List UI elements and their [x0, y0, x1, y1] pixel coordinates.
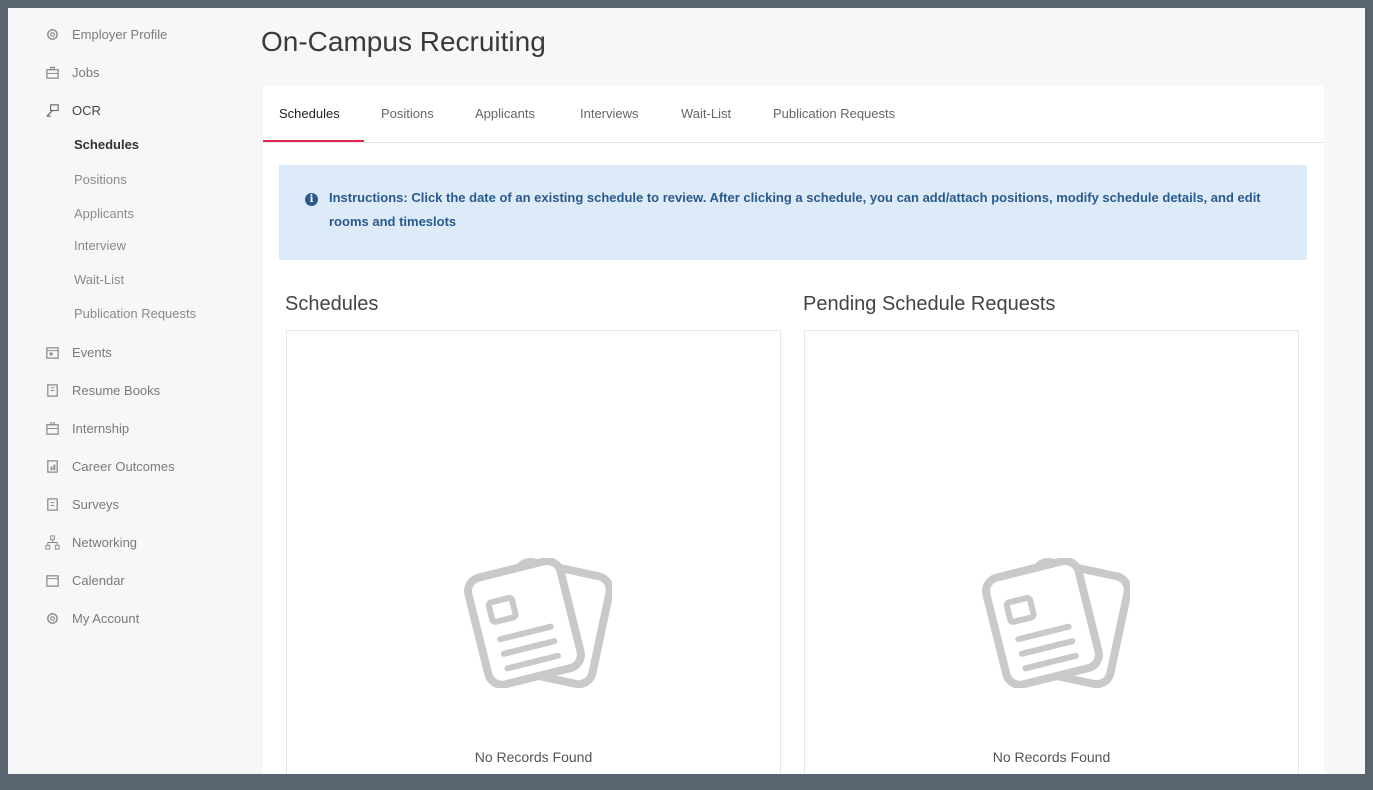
- tab-interviews[interactable]: Interviews: [580, 86, 639, 142]
- sidebar-item-networking[interactable]: Networking: [44, 532, 137, 552]
- sidebar-subitem-schedules[interactable]: Schedules: [74, 136, 139, 154]
- sidebar-item-calendar[interactable]: Calendar: [44, 570, 125, 590]
- report-icon: [44, 458, 60, 474]
- survey-icon: [44, 496, 60, 512]
- tab-applicants[interactable]: Applicants: [475, 86, 535, 142]
- sidebar-item-label: Calendar: [72, 572, 125, 588]
- calendar-event-icon: [44, 344, 60, 360]
- sidebar-subitem-positions[interactable]: Positions: [74, 171, 127, 189]
- sidebar-subitem-applicants[interactable]: Applicants: [74, 205, 134, 223]
- sidebar-item-ocr[interactable]: OCR: [44, 100, 101, 120]
- calendar-icon: [44, 572, 60, 588]
- sidebar-item-label: Events: [72, 344, 112, 360]
- sidebar-item-my-account[interactable]: My Account: [44, 608, 139, 628]
- sidebar-item-label: Surveys: [72, 496, 119, 512]
- sidebar-item-jobs[interactable]: Jobs: [44, 62, 99, 82]
- pending-requests-panel: No Records Found: [804, 330, 1299, 774]
- sidebar-subitem-interview[interactable]: Interview: [74, 237, 126, 255]
- internship-icon: [44, 420, 60, 436]
- schedules-panel: No Records Found: [286, 330, 781, 774]
- sidebar-subitem-publication-requests[interactable]: Publication Requests: [74, 305, 196, 323]
- tab-bar: Schedules Positions Applicants Interview…: [263, 86, 1324, 143]
- sidebar-item-career-outcomes[interactable]: Career Outcomes: [44, 456, 175, 476]
- tab-positions[interactable]: Positions: [381, 86, 434, 142]
- tab-publication-requests[interactable]: Publication Requests: [773, 86, 895, 142]
- tab-wait-list[interactable]: Wait-List: [681, 86, 731, 142]
- documents-icon: [982, 558, 1130, 688]
- sidebar-item-label: Jobs: [72, 64, 100, 80]
- app-window: Employer Profile Jobs OCR Schedules Posi…: [8, 8, 1365, 774]
- sidebar-item-employer-profile[interactable]: Employer Profile: [44, 24, 167, 44]
- gear-icon: [44, 26, 60, 42]
- briefcase-icon: [44, 64, 60, 80]
- ocr-icon: [44, 102, 60, 118]
- alert-text: Instructions: Click the date of an exist…: [329, 190, 1261, 229]
- sidebar-item-label: Career Outcomes: [72, 458, 175, 474]
- book-icon: [44, 382, 60, 398]
- main-content: i Instructions: Click the date of an exi…: [263, 143, 1324, 774]
- sidebar-item-resume-books[interactable]: Resume Books: [44, 380, 160, 400]
- sidebar-item-events[interactable]: Events: [44, 342, 112, 362]
- empty-state-text: No Records Found: [992, 749, 1111, 765]
- sidebar-item-label: Resume Books: [72, 382, 161, 398]
- sidebar: Employer Profile Jobs OCR Schedules Posi…: [8, 8, 238, 774]
- info-icon: i: [305, 193, 318, 206]
- active-tab-indicator: [263, 140, 364, 142]
- sidebar-item-label: OCR: [72, 102, 101, 118]
- pending-requests-heading: Pending Schedule Requests: [803, 293, 1056, 315]
- sidebar-item-surveys[interactable]: Surveys: [44, 494, 119, 514]
- sidebar-item-label: Internship: [72, 420, 130, 436]
- instructions-alert: i Instructions: Click the date of an exi…: [279, 165, 1307, 260]
- account-gear-icon: [44, 610, 60, 626]
- sidebar-item-label: Employer Profile: [72, 26, 168, 42]
- sidebar-item-label: My Account: [72, 610, 140, 626]
- page-title: On-Campus Recruiting: [261, 26, 546, 57]
- tab-schedules[interactable]: Schedules: [279, 86, 340, 142]
- empty-state-text: No Records Found: [474, 749, 593, 765]
- network-icon: [44, 534, 60, 550]
- sidebar-item-label: Networking: [72, 534, 138, 550]
- documents-icon: [464, 558, 612, 688]
- schedules-heading: Schedules: [285, 293, 379, 315]
- sidebar-item-internship[interactable]: Internship: [44, 418, 129, 438]
- sidebar-subitem-wait-list[interactable]: Wait-List: [74, 271, 124, 289]
